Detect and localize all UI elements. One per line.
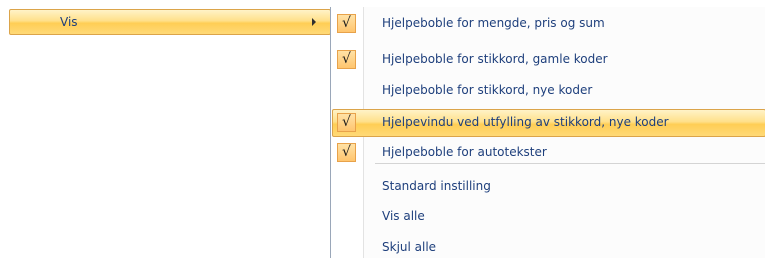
menu-item-standard-instilling[interactable]: Standard instilling xyxy=(332,173,765,201)
menu-item-label: Skjul alle xyxy=(382,240,437,254)
menu-item-skjul-alle[interactable]: Skjul alle xyxy=(332,234,765,258)
chevron-right-icon xyxy=(312,18,316,26)
menu-item-label: Standard instilling xyxy=(382,179,491,193)
menu-item-label: Hjelpeboble for autotekster xyxy=(382,145,547,159)
menu-item-vis-label: Vis xyxy=(60,15,78,29)
vis-submenu: √ Hjelpeboble for mengde, pris og sum √ … xyxy=(330,7,765,258)
check-icon: √ xyxy=(337,113,356,132)
check-icon: √ xyxy=(337,50,356,69)
menu-item-hjelpeboble-stikkord-gamle-koder[interactable]: √ Hjelpeboble for stikkord, gamle koder xyxy=(332,46,765,74)
menu-separator xyxy=(375,163,765,164)
check-icon: √ xyxy=(337,14,356,33)
menu-item-hjelpevindu-utfylling-stikkord[interactable]: √ Hjelpevindu ved utfylling av stikkord,… xyxy=(332,109,765,137)
menu-item-hjelpeboble-mengde-pris-sum[interactable]: √ Hjelpeboble for mengde, pris og sum xyxy=(332,10,765,38)
check-icon: √ xyxy=(337,143,356,162)
menu-item-label: Hjelpevindu ved utfylling av stikkord, n… xyxy=(382,115,669,129)
context-menu-screen: Vis √ Hjelpeboble for mengde, pris og su… xyxy=(0,0,765,258)
menu-item-label: Hjelpeboble for mengde, pris og sum xyxy=(382,16,605,30)
menu-item-hjelpeboble-stikkord-nye-koder[interactable]: Hjelpeboble for stikkord, nye koder xyxy=(332,77,765,105)
menu-item-vis[interactable]: Vis xyxy=(9,9,331,35)
menu-item-label: Hjelpeboble for stikkord, nye koder xyxy=(382,83,593,97)
menu-item-label: Vis alle xyxy=(382,209,425,223)
menu-item-label: Hjelpeboble for stikkord, gamle koder xyxy=(382,52,608,66)
menu-item-vis-alle[interactable]: Vis alle xyxy=(332,203,765,231)
